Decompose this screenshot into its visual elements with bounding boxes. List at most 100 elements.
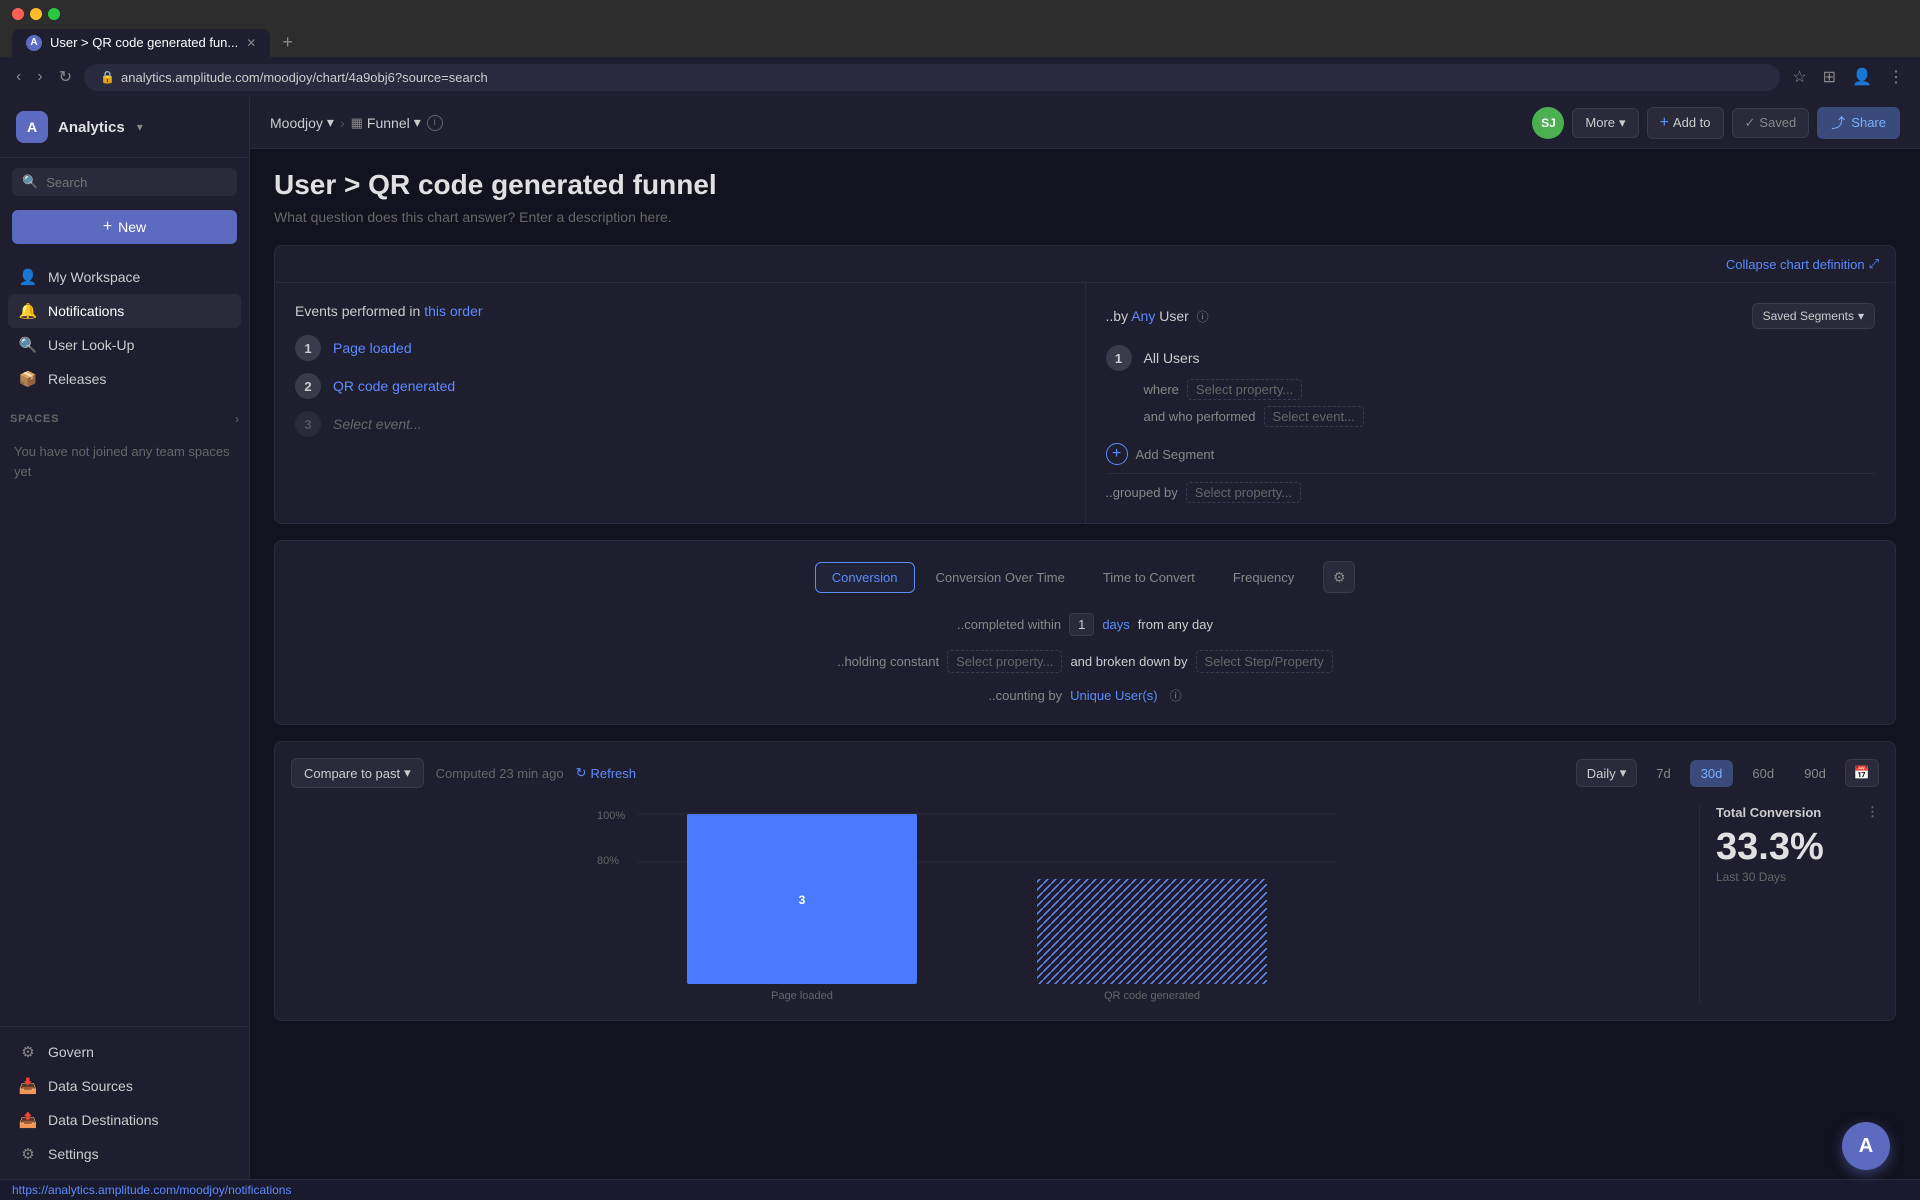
grouped-property-select[interactable]: Select property... xyxy=(1186,482,1301,503)
days-unit[interactable]: days xyxy=(1102,617,1129,632)
collapse-chart-definition-link[interactable]: Collapse chart definition ⤢ xyxy=(1726,256,1879,272)
new-button-label: New xyxy=(118,219,146,235)
y-label-80: 80% xyxy=(597,855,619,867)
time-30d-button[interactable]: 30d xyxy=(1690,760,1734,787)
event-select-1[interactable]: Select event... xyxy=(1264,406,1364,427)
event-name-2[interactable]: QR code generated xyxy=(333,378,455,394)
chart-description[interactable]: What question does this chart answer? En… xyxy=(274,209,1896,225)
calendar-button[interactable]: 📅 xyxy=(1845,759,1879,787)
tab-conversion-over-time[interactable]: Conversion Over Time xyxy=(919,562,1082,593)
event-name-1[interactable]: Page loaded xyxy=(333,340,412,356)
spaces-label: SPACES xyxy=(10,413,59,425)
refresh-icon: ↻ xyxy=(576,765,587,781)
sidebar-item-label: Releases xyxy=(48,371,106,387)
total-conversion-menu-icon[interactable]: ⋮ xyxy=(1866,804,1879,820)
search-icon: 🔍 xyxy=(22,174,38,190)
menu-icon[interactable]: ⋮ xyxy=(1884,63,1908,91)
saved-button[interactable]: ✓ Saved xyxy=(1732,108,1810,138)
property-select-1[interactable]: Select property... xyxy=(1187,379,1302,400)
browser-actions: ☆ ⊞ 👤 ⋮ xyxy=(1788,63,1908,91)
account-icon[interactable]: 👤 xyxy=(1848,63,1876,91)
time-7d-button[interactable]: 7d xyxy=(1645,760,1681,787)
refresh-button[interactable]: ↻ Refresh xyxy=(576,765,636,781)
segment-row-1: 1 All Users xyxy=(1106,345,1876,371)
sidebar-item-notifications[interactable]: 🔔 Notifications xyxy=(8,294,241,328)
more-label: More xyxy=(1585,115,1615,130)
forward-button[interactable]: › xyxy=(33,64,46,90)
any-selector[interactable]: Any xyxy=(1131,308,1155,324)
counting-info-icon[interactable]: ⓘ xyxy=(1170,687,1182,704)
sidebar-item-settings[interactable]: ⚙ Settings xyxy=(8,1137,241,1171)
saved-segments-button[interactable]: Saved Segments ▾ xyxy=(1752,303,1875,329)
share-button[interactable]: ⤴ Share xyxy=(1817,107,1900,139)
by-text: ..by xyxy=(1106,308,1129,324)
project-name: Moodjoy xyxy=(270,115,323,131)
chart-type-label: Funnel xyxy=(367,115,410,131)
new-tab-button[interactable]: + xyxy=(274,28,301,57)
sidebar-item-user-lookup[interactable]: 🔍 User Look-Up xyxy=(8,328,241,362)
order-link[interactable]: this order xyxy=(424,303,482,319)
counting-value[interactable]: Unique User(s) xyxy=(1070,688,1157,703)
completed-value[interactable]: 1 xyxy=(1069,613,1094,636)
sidebar-item-govern[interactable]: ⚙ Govern xyxy=(8,1035,241,1069)
share-label: Share xyxy=(1851,115,1886,130)
lock-icon: 🔒 xyxy=(100,70,115,84)
segment-item-1: 1 All Users where Select property... and… xyxy=(1106,345,1876,427)
reload-button[interactable]: ↻ xyxy=(55,63,76,91)
tab-close-icon[interactable]: ✕ xyxy=(246,36,256,50)
back-button[interactable]: ‹ xyxy=(12,64,25,90)
daily-selector[interactable]: Daily ▾ xyxy=(1576,759,1637,787)
fab-button[interactable]: A xyxy=(1842,1122,1890,1170)
sidebar-header: A Analytics ▾ xyxy=(0,97,249,158)
tab-conversion[interactable]: Conversion xyxy=(815,562,915,593)
project-selector[interactable]: Moodjoy ▾ xyxy=(270,114,334,131)
segment-name-1: All Users xyxy=(1144,350,1200,366)
breadcrumb: Moodjoy ▾ › ▦ Funnel ▾ i xyxy=(270,114,443,131)
event-select-placeholder[interactable]: Select event... xyxy=(333,416,422,432)
compare-to-past-button[interactable]: Compare to past ▾ xyxy=(291,758,424,788)
add-segment-button[interactable]: + Add Segment xyxy=(1106,439,1876,465)
new-button[interactable]: + New xyxy=(12,210,237,244)
time-90d-button[interactable]: 90d xyxy=(1793,760,1837,787)
saved-segments-chevron-icon: ▾ xyxy=(1858,309,1864,323)
more-chevron-icon: ▾ xyxy=(1619,115,1626,131)
govern-icon: ⚙ xyxy=(18,1043,38,1061)
fullscreen-button[interactable] xyxy=(48,8,60,20)
broken-down-label: and broken down by xyxy=(1070,654,1187,669)
holding-constant-row: ..holding constant Select property... an… xyxy=(837,650,1333,673)
tab-frequency[interactable]: Frequency xyxy=(1216,562,1311,593)
close-button[interactable] xyxy=(12,8,24,20)
data-dest-icon: 📤 xyxy=(18,1111,38,1129)
magnify-icon: 🔍 xyxy=(18,336,38,354)
event-item-1: 1 Page loaded xyxy=(295,335,1065,361)
sidebar-item-releases[interactable]: 📦 Releases xyxy=(8,362,241,396)
sidebar-bottom-label: Settings xyxy=(48,1146,99,1162)
settings-button[interactable]: ⚙ xyxy=(1323,561,1355,593)
data-sources-icon: 📥 xyxy=(18,1077,38,1095)
bookmark-icon[interactable]: ☆ xyxy=(1788,63,1810,91)
total-conversion-period: Last 30 Days xyxy=(1716,870,1879,884)
spaces-expand-icon[interactable]: › xyxy=(235,412,239,426)
address-bar[interactable]: 🔒 analytics.amplitude.com/moodjoy/chart/… xyxy=(84,64,1780,91)
chart-type-selector[interactable]: ▦ Funnel ▾ xyxy=(351,114,421,131)
tab-time-to-convert[interactable]: Time to Convert xyxy=(1086,562,1212,593)
search-input-wrap[interactable]: 🔍 xyxy=(12,168,237,196)
sidebar-item-data-destinations[interactable]: 📤 Data Destinations xyxy=(8,1103,241,1137)
add-to-button[interactable]: + Add to xyxy=(1647,107,1724,139)
active-tab[interactable]: A User > QR code generated fun... ✕ xyxy=(12,29,270,57)
chart-info-icon[interactable]: i xyxy=(427,115,443,131)
broken-down-select[interactable]: Select Step/Property xyxy=(1196,650,1333,673)
saved-label: Saved xyxy=(1759,115,1796,130)
sidebar-item-my-workspace[interactable]: 👤 My Workspace xyxy=(8,260,241,294)
more-button[interactable]: More ▾ xyxy=(1572,108,1638,138)
chart-definition-body: Events performed in this order 1 Page lo… xyxy=(275,283,1895,523)
time-60d-button[interactable]: 60d xyxy=(1741,760,1785,787)
extensions-icon[interactable]: ⊞ xyxy=(1819,63,1840,91)
search-input[interactable] xyxy=(46,175,227,190)
collapse-label: Collapse chart definition xyxy=(1726,257,1865,272)
sidebar-item-data-sources[interactable]: 📥 Data Sources xyxy=(8,1069,241,1103)
user-info-icon[interactable]: ⓘ xyxy=(1197,310,1209,324)
holding-property-select[interactable]: Select property... xyxy=(947,650,1062,673)
minimize-button[interactable] xyxy=(30,8,42,20)
counting-by-label: ..counting by xyxy=(988,688,1062,703)
